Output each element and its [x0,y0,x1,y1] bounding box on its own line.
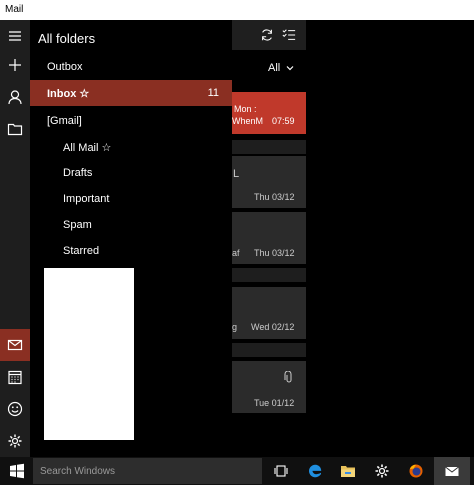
message-preview: WhenM [232,116,264,126]
folder-label: Inbox ☆ [47,88,90,100]
firefox-icon [409,464,423,478]
file-explorer-icon [341,466,355,477]
message-preview: af [232,248,240,258]
title-bar: Mail [0,0,474,20]
folder-label: All Mail ☆ [63,142,112,154]
task-view-icon [274,465,288,477]
firefox-button[interactable] [401,457,431,485]
new-mail-button[interactable] [0,49,30,81]
folders-title: All folders [38,31,96,46]
start-button[interactable] [2,457,32,485]
date-separator [232,268,306,282]
settings-icon [375,464,389,478]
settings-icon [8,434,22,448]
folder-spam[interactable]: Spam [30,212,232,238]
new-mail-icon [9,59,21,71]
folder-label: Starred [63,245,100,257]
hamburger-button[interactable] [0,20,30,52]
message-time: Thu 03/12 [254,248,295,258]
attachment-icon [284,371,292,383]
message-item[interactable]: Mon : WhenM 07:59 [232,92,306,134]
mail-taskbar-button[interactable] [434,457,470,485]
search-placeholder: Search Windows [40,466,116,477]
folder-starred[interactable]: Starred [30,238,232,264]
date-separator [232,343,306,357]
message-item[interactable]: g Wed 02/12 [232,287,306,339]
filter-dropdown[interactable]: All [232,54,306,82]
message-time: Wed 02/12 [251,322,295,332]
edge-icon [309,464,322,478]
sync-icon[interactable] [260,28,274,42]
message-time: 07:59 [272,116,295,126]
blank-panel [44,268,134,440]
edge-button[interactable] [300,457,330,485]
mail-icon [445,466,459,476]
calendar-button[interactable] [0,361,30,393]
message-time: Tue 01/12 [254,398,295,408]
folder-label: [Gmail] [47,115,82,127]
folder-icon [7,123,23,136]
message-item[interactable]: af Thu 03/12 [232,212,306,264]
windows-logo-icon [10,463,24,479]
message-preview: g [232,322,238,332]
task-view-button[interactable] [266,457,296,485]
mail-button[interactable] [0,329,30,361]
settings-button[interactable] [0,425,30,457]
folder-label: Important [63,193,110,205]
folder-label: Spam [63,219,92,231]
taskbar: Search Windows [0,457,474,485]
search-box[interactable]: Search Windows [33,458,262,484]
hamburger-icon [9,31,21,41]
folder-inbox[interactable]: Inbox ☆ 11 [30,80,232,106]
file-explorer-button[interactable] [333,457,363,485]
filter-label: All [268,62,281,74]
folder-outbox[interactable]: Outbox [30,54,232,80]
select-mode-icon[interactable] [282,28,296,42]
feedback-button[interactable] [0,393,30,425]
accounts-button[interactable] [0,81,30,113]
message-subject: Mon : [234,104,257,114]
unread-count: 11 [207,87,219,99]
message-list-toolbar [232,20,306,50]
feedback-icon [7,401,23,417]
folder-label: Outbox [47,61,83,73]
mail-icon [7,339,23,351]
folder-important[interactable]: Important [30,186,232,212]
window-title: Mail [5,4,24,15]
message-subject: L [233,168,240,180]
date-separator [232,140,306,154]
app-rail [0,20,30,457]
folder-all-mail[interactable]: All Mail ☆ [30,134,232,160]
calendar-icon [8,370,22,385]
settings-app-button[interactable] [367,457,397,485]
folders-button[interactable] [0,113,30,145]
message-item[interactable]: L Thu 03/12 [232,156,306,208]
folder-gmail[interactable]: [Gmail] [30,108,232,134]
message-time: Thu 03/12 [254,192,295,202]
accounts-icon [8,90,22,105]
chevron-down-icon [286,66,294,71]
folder-drafts[interactable]: Drafts [30,160,232,186]
message-item[interactable]: Tue 01/12 [232,361,306,413]
folder-label: Drafts [63,167,93,179]
